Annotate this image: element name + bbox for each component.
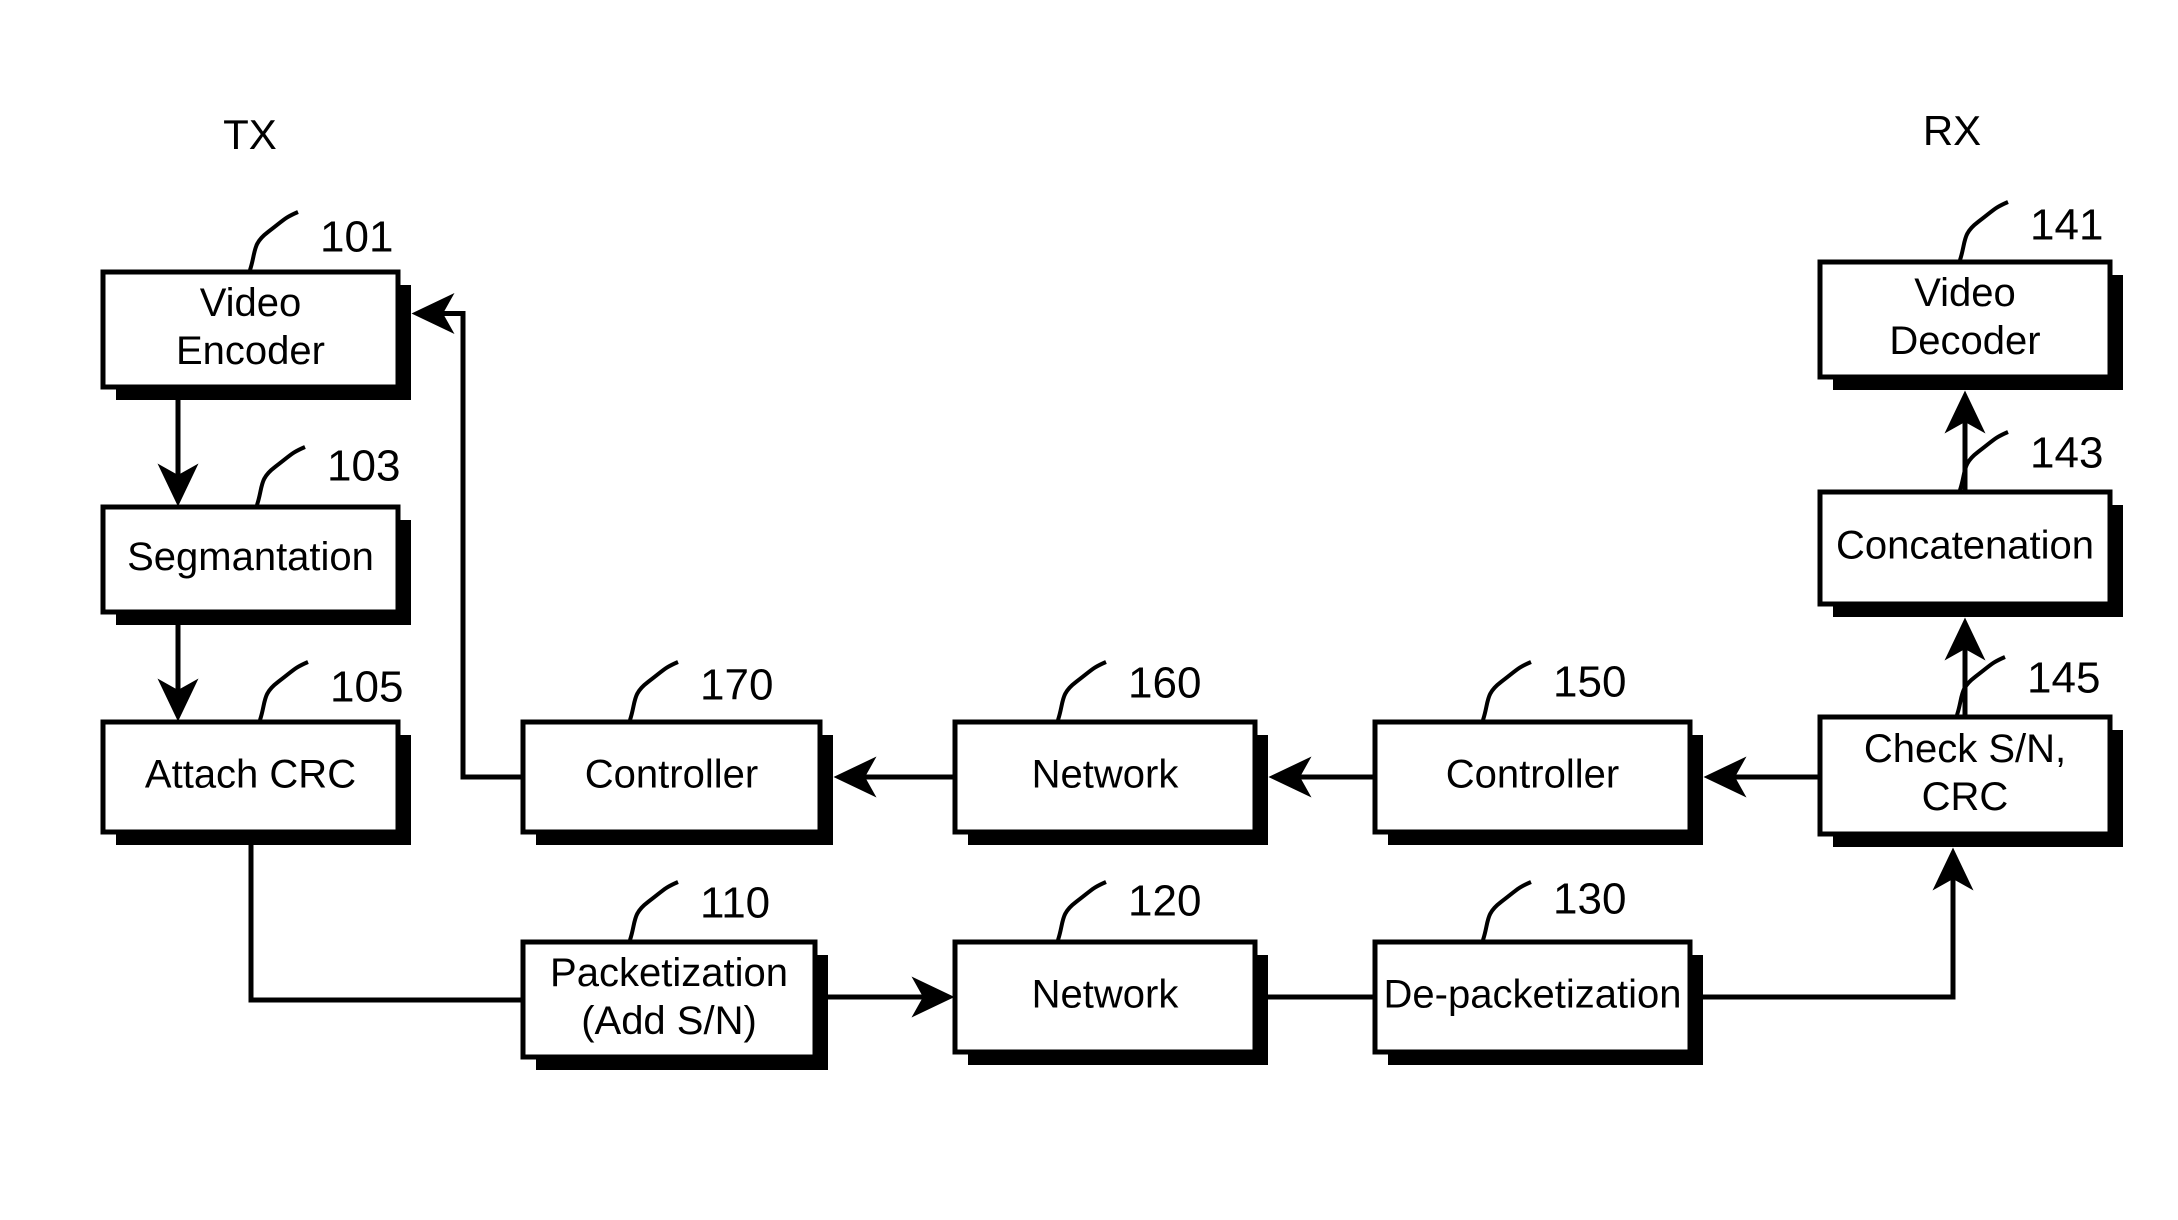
block-label: Controller: [585, 753, 758, 797]
block-label: (Add S/N): [581, 999, 757, 1043]
reference-numeral-120: 120: [1128, 877, 1201, 926]
block-video-encoder[interactable]: VideoEncoder: [100, 269, 411, 400]
leader-line-150: [1481, 660, 1532, 721]
block-label: Concatenation: [1836, 524, 2094, 568]
leader-line-101: [248, 210, 299, 271]
block-label: Network: [1032, 753, 1180, 797]
connector-controller-170-to-encoder: [411, 293, 521, 780]
connector-de-packetization-to-check: [1703, 847, 1974, 1000]
block-label: CRC: [1922, 775, 2009, 819]
patent-figure: TX RX Video Encoder Segmantation Attach CRC C…: [0, 0, 2178, 1220]
leader-line-130: [1481, 880, 1532, 941]
reference-numeral-150: 150: [1553, 658, 1626, 707]
reference-numeral-143: 143: [2030, 429, 2103, 478]
connector-attach-crc-to-packetization: [248, 845, 521, 1003]
block-label: Controller: [1446, 753, 1619, 797]
block-de-packetization[interactable]: De-packetization: [1372, 939, 1703, 1065]
block-concatenation[interactable]: Concatenation: [1817, 489, 2123, 617]
process-blocks: VideoEncoderSegmantationAttach CRC Contro…: [100, 259, 2123, 1070]
leader-line-141: [1958, 200, 2009, 261]
block-label: Encoder: [176, 329, 325, 373]
side-label-rx: RX: [1923, 107, 1981, 154]
leader-line-103: [255, 445, 306, 506]
reference-numeral-105: 105: [330, 663, 403, 712]
reference-numeral-110: 110: [700, 879, 770, 928]
side-labels: TX RX: [223, 107, 1981, 158]
reference-numeral-145: 145: [2027, 654, 2100, 703]
leader-line-105: [258, 660, 309, 721]
block-label: Video: [200, 281, 302, 325]
block-packetization[interactable]: Packetization(Add S/N): [520, 939, 828, 1070]
block-label: Attach CRC: [145, 753, 356, 797]
block-network-120[interactable]: Network: [952, 939, 1268, 1065]
connector-lines: [157, 293, 1986, 1018]
block-controller-170[interactable]: Controller: [520, 719, 833, 845]
block-network-160[interactable]: Network: [952, 719, 1268, 845]
reference-numeral-103: 103: [327, 442, 400, 491]
leader-line-160: [1056, 660, 1107, 721]
block-check-sn-crc[interactable]: Check S/N,CRC: [1817, 714, 2123, 847]
reference-numeral-130: 130: [1553, 875, 1626, 924]
block-diagram-canvas: TX RX VideoEncoderSegmantationAttach CRC C…: [100, 107, 2123, 1070]
block-label: Decoder: [1889, 319, 2040, 363]
reference-numeral-141: 141: [2030, 201, 2103, 250]
block-label: Check S/N,: [1864, 727, 2066, 771]
reference-numeral-101: 101: [320, 213, 393, 262]
block-label: Segmantation: [127, 535, 374, 579]
block-label: De-packetization: [1384, 973, 1682, 1017]
block-label: Network: [1032, 973, 1180, 1017]
block-label: Video: [1914, 271, 2016, 315]
block-controller-150[interactable]: Controller: [1372, 719, 1703, 845]
leader-line-110: [628, 880, 679, 941]
reference-numeral-160: 160: [1128, 659, 1201, 708]
leader-line-170: [628, 660, 679, 721]
block-video-decoder[interactable]: VideoDecoder: [1817, 259, 2123, 390]
block-attach-crc[interactable]: Attach CRC: [100, 719, 411, 845]
block-segmantation[interactable]: Segmantation: [100, 504, 411, 625]
side-label-tx: TX: [223, 111, 277, 158]
reference-numeral-170: 170: [700, 661, 773, 710]
block-label: Packetization: [550, 951, 788, 995]
leader-line-120: [1056, 880, 1107, 941]
